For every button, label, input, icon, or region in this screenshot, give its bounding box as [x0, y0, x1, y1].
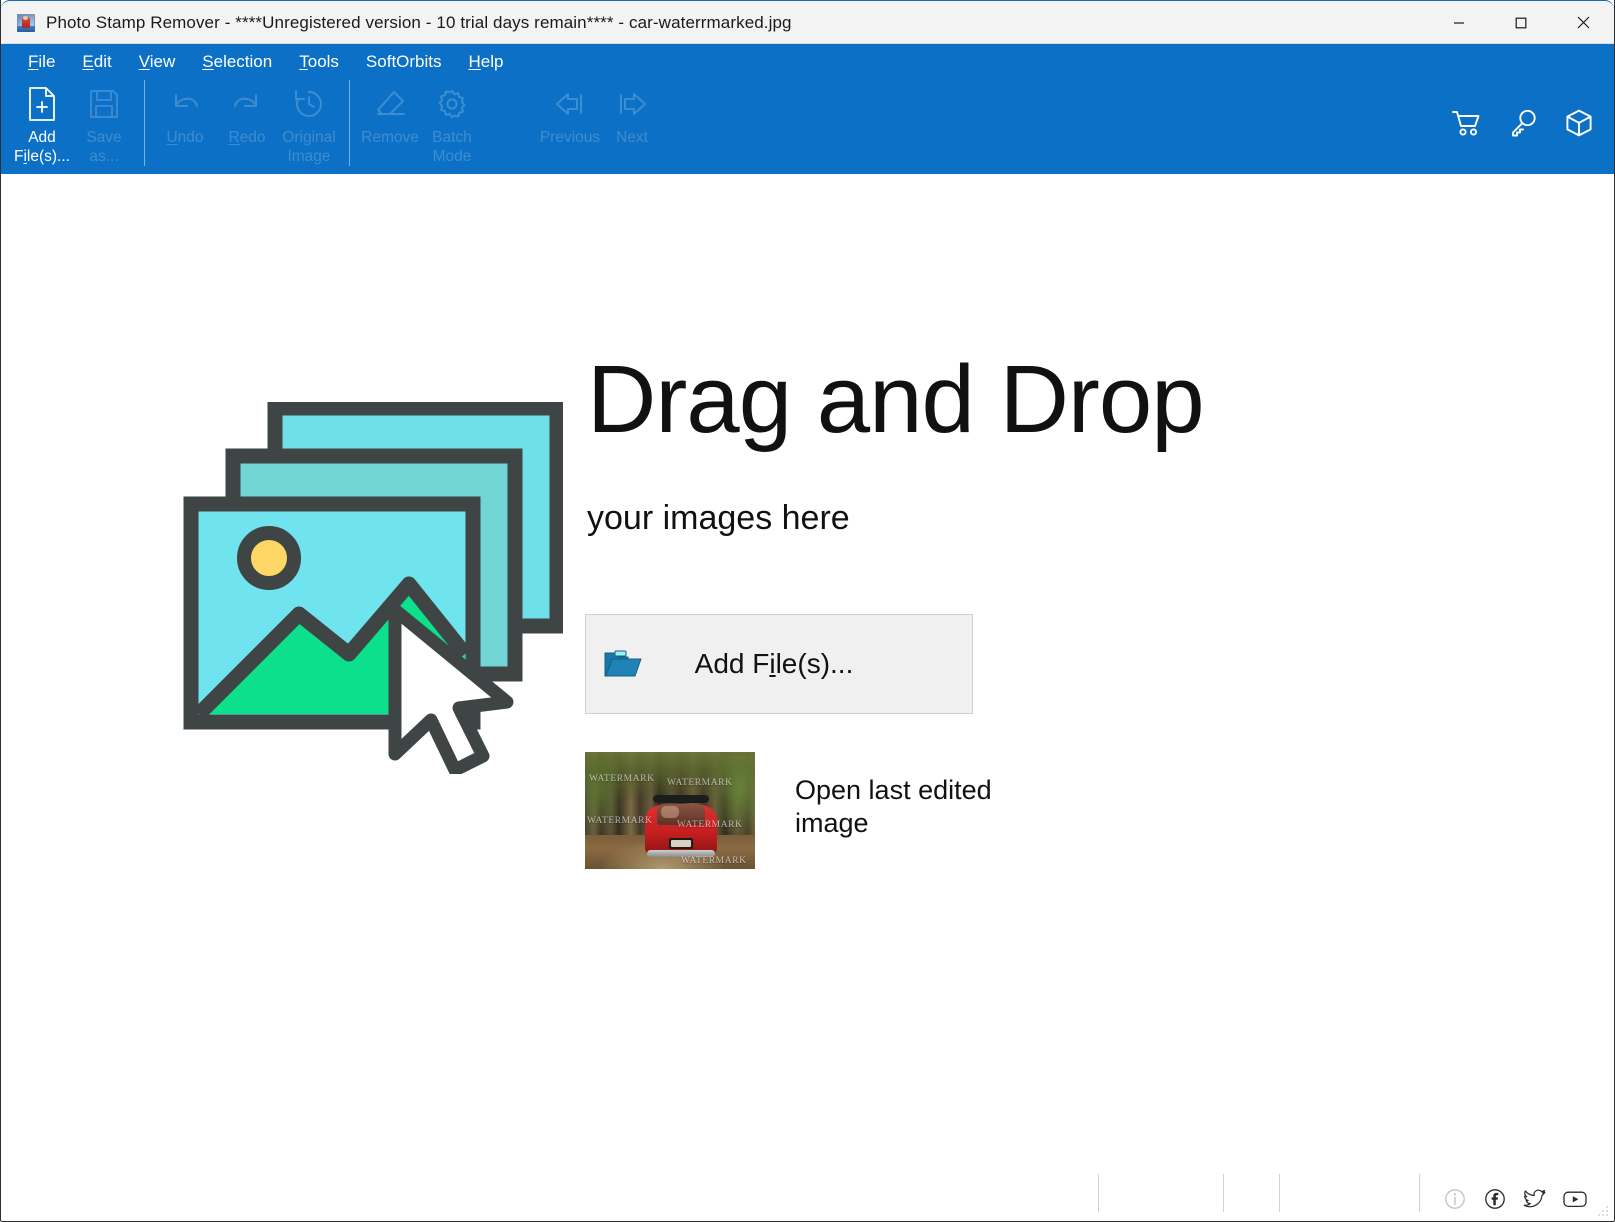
maximize-icon[interactable]	[1490, 1, 1552, 45]
history-icon	[293, 84, 325, 124]
toolbar: Add File(s)... Save as... Undo Redo Orig…	[1, 78, 1614, 174]
toolbar-undo-button[interactable]: Undo	[154, 78, 216, 170]
window-controls	[1428, 1, 1614, 45]
toolbar-save-as-button[interactable]: Save as...	[73, 78, 135, 170]
box-icon[interactable]	[1562, 106, 1596, 140]
add-files-button[interactable]: Add File(s)...	[585, 614, 973, 714]
menu-item-help[interactable]: Help	[456, 50, 518, 73]
toolbar-next-button[interactable]: Next	[601, 78, 663, 170]
menu-item-tools[interactable]: Tools	[286, 50, 353, 73]
youtube-icon[interactable]	[1562, 1186, 1588, 1212]
arrow-right-bar-icon	[616, 84, 648, 124]
arrow-left-bar-icon	[554, 84, 586, 124]
open-last-edited-image-label: Open last edited image	[795, 775, 992, 838]
toolbar-previous-button[interactable]: Previous	[539, 78, 601, 170]
toolbar-original-image-button[interactable]: Original Image	[278, 78, 340, 170]
drag-and-drop-images-illustration	[183, 400, 565, 777]
twitter-icon[interactable]	[1522, 1186, 1548, 1212]
toolbar-separator-2	[349, 80, 350, 166]
menu-item-edit[interactable]: Edit	[69, 50, 125, 73]
undo-icon	[169, 84, 201, 124]
watermark-text: WATERMARK	[677, 820, 743, 830]
menu-item-softorbits[interactable]: SoftOrbits	[353, 50, 456, 73]
save-icon	[89, 84, 119, 124]
window-title: Photo Stamp Remover - ****Unregistered v…	[46, 12, 792, 32]
watermark-text: WATERMARK	[587, 816, 653, 826]
status-social-icons	[1442, 1186, 1588, 1212]
status-separator-2	[1223, 1174, 1224, 1212]
toolbar-batch-mode-button[interactable]: Batch Mode	[421, 78, 483, 170]
toolbar-remove-button[interactable]: Remove	[359, 78, 421, 170]
add-file-icon	[27, 84, 57, 124]
gear-icon	[436, 84, 468, 124]
photo-stamp-remover-icon	[17, 13, 35, 32]
facebook-icon[interactable]	[1482, 1186, 1508, 1212]
close-icon[interactable]	[1552, 1, 1614, 45]
status-separator-4	[1419, 1174, 1420, 1212]
last-edited-thumbnail[interactable]: WATERMARK WATERMARK WATERMARK WATERMARK …	[585, 752, 755, 869]
toolbar-next-label: Next	[616, 129, 648, 146]
key-icon[interactable]	[1506, 106, 1540, 140]
toolbar-save-as-label: Save as...	[86, 129, 122, 165]
ribbon: File Edit View Selection Tools SoftOrbit…	[1, 44, 1614, 174]
eraser-icon	[374, 84, 406, 124]
resize-grip[interactable]	[1597, 1204, 1609, 1216]
open-folder-icon	[600, 649, 646, 679]
page-subtitle: your images here	[587, 499, 850, 537]
toolbar-redo-button[interactable]: Redo	[216, 78, 278, 170]
open-last-edited-image[interactable]: WATERMARK WATERMARK WATERMARK WATERMARK …	[585, 752, 1025, 869]
menu-item-selection[interactable]: Selection	[189, 50, 286, 73]
status-separator-3	[1279, 1174, 1280, 1212]
title-bar[interactable]: Photo Stamp Remover - ****Unregistered v…	[1, 0, 1614, 44]
status-bar	[1, 1134, 1614, 1220]
redo-icon	[231, 84, 263, 124]
watermark-text: WATERMARK	[589, 774, 655, 784]
menu-item-view[interactable]: View	[126, 50, 190, 73]
toolbar-batch-mode-label: Batch Mode	[432, 129, 472, 165]
toolbar-separator-1	[144, 80, 145, 166]
menu-bar: File Edit View Selection Tools SoftOrbit…	[1, 44, 1614, 78]
menu-item-file[interactable]: File	[15, 50, 69, 73]
main-content-area: Drag and Drop your images here Add File(…	[1, 174, 1614, 1134]
watermark-text: WATERMARK	[681, 856, 747, 866]
status-separator-1	[1098, 1174, 1099, 1212]
toolbar-add-files-button[interactable]: Add File(s)...	[11, 78, 73, 170]
watermark-text: WATERMARK	[667, 778, 733, 788]
page-title: Drag and Drop	[587, 346, 1205, 453]
application-window: Photo Stamp Remover - ****Unregistered v…	[0, 0, 1615, 1222]
add-files-button-label: Add File(s)...	[694, 648, 854, 679]
shopping-cart-icon[interactable]	[1450, 106, 1484, 140]
minimize-icon[interactable]	[1428, 1, 1490, 45]
toolbar-right-icons	[1450, 106, 1596, 140]
info-icon[interactable]	[1442, 1186, 1468, 1212]
toolbar-original-image-label: Original Image	[282, 129, 336, 165]
